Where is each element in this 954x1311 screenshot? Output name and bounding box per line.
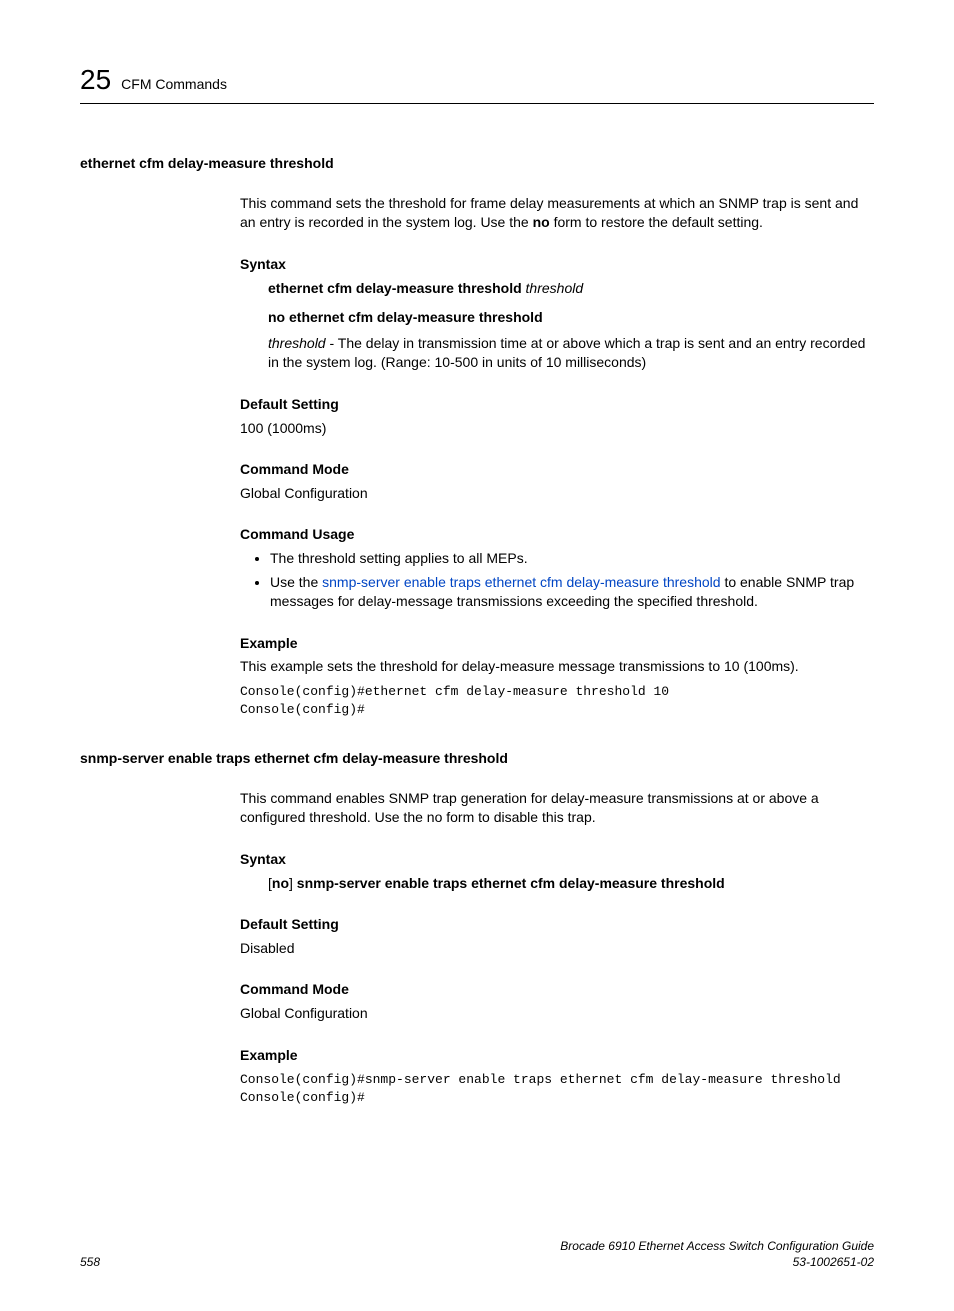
syntax-param: threshold — [522, 280, 583, 296]
command-mode-label: Command Mode — [240, 980, 874, 1000]
default-setting-label: Default Setting — [240, 395, 874, 415]
usage-pre: Use the — [270, 574, 322, 590]
command-content: This command sets the threshold for fram… — [240, 194, 874, 719]
command-mode-value: Global Configuration — [240, 1004, 874, 1024]
document-id: 53-1002651-02 — [560, 1254, 874, 1271]
example-label: Example — [240, 634, 874, 654]
page-number: 558 — [80, 1254, 100, 1271]
default-setting-value: 100 (1000ms) — [240, 419, 874, 439]
document-title: Brocade 6910 Ethernet Access Switch Conf… — [560, 1238, 874, 1255]
cross-reference-link[interactable]: snmp-server enable traps ethernet cfm de… — [322, 574, 720, 590]
command-usage-label: Command Usage — [240, 525, 874, 545]
param-desc: - The delay in transmission time at or a… — [268, 335, 865, 371]
syntax-label: Syntax — [240, 255, 874, 275]
example-code: Console(config)#snmp-server enable traps… — [240, 1071, 874, 1107]
command-description: This command enables SNMP trap generatio… — [240, 789, 874, 828]
syntax-bracket: ] — [289, 875, 297, 891]
chapter-number: 25 — [80, 60, 111, 99]
page-footer: 558 Brocade 6910 Ethernet Access Switch … — [80, 1238, 874, 1272]
param-name: threshold — [268, 335, 326, 351]
command-heading: ethernet cfm delay-measure threshold — [80, 154, 874, 174]
example-label: Example — [240, 1046, 874, 1066]
example-code: Console(config)#ethernet cfm delay-measu… — [240, 683, 874, 719]
syntax-label: Syntax — [240, 850, 874, 870]
param-description: threshold - The delay in transmission ti… — [268, 334, 874, 373]
syntax-cmd: ethernet cfm delay-measure threshold — [268, 280, 522, 296]
default-setting-label: Default Setting — [240, 915, 874, 935]
syntax-no: no — [272, 875, 289, 891]
usage-list: The threshold setting applies to all MEP… — [240, 549, 874, 612]
syntax-line: ethernet cfm delay-measure threshold thr… — [268, 279, 874, 299]
command-description: This command sets the threshold for fram… — [240, 194, 874, 233]
usage-item: The threshold setting applies to all MEP… — [270, 549, 874, 569]
command-mode-label: Command Mode — [240, 460, 874, 480]
command-heading: snmp-server enable traps ethernet cfm de… — [80, 749, 874, 769]
desc-post: form to restore the default setting. — [550, 214, 763, 230]
command-content: This command enables SNMP trap generatio… — [240, 789, 874, 1108]
usage-item: Use the snmp-server enable traps etherne… — [270, 573, 874, 612]
example-description: This example sets the threshold for dela… — [240, 657, 874, 677]
footer-right: Brocade 6910 Ethernet Access Switch Conf… — [560, 1238, 874, 1272]
default-setting-value: Disabled — [240, 939, 874, 959]
syntax-line: [no] snmp-server enable traps ethernet c… — [268, 874, 874, 894]
desc-bold: no — [533, 214, 550, 230]
syntax-line-no: no ethernet cfm delay-measure threshold — [268, 308, 874, 328]
command-mode-value: Global Configuration — [240, 484, 874, 504]
syntax-cmd: snmp-server enable traps ethernet cfm de… — [297, 875, 725, 891]
chapter-title: CFM Commands — [121, 75, 227, 95]
page-header: 25 CFM Commands — [80, 60, 874, 104]
